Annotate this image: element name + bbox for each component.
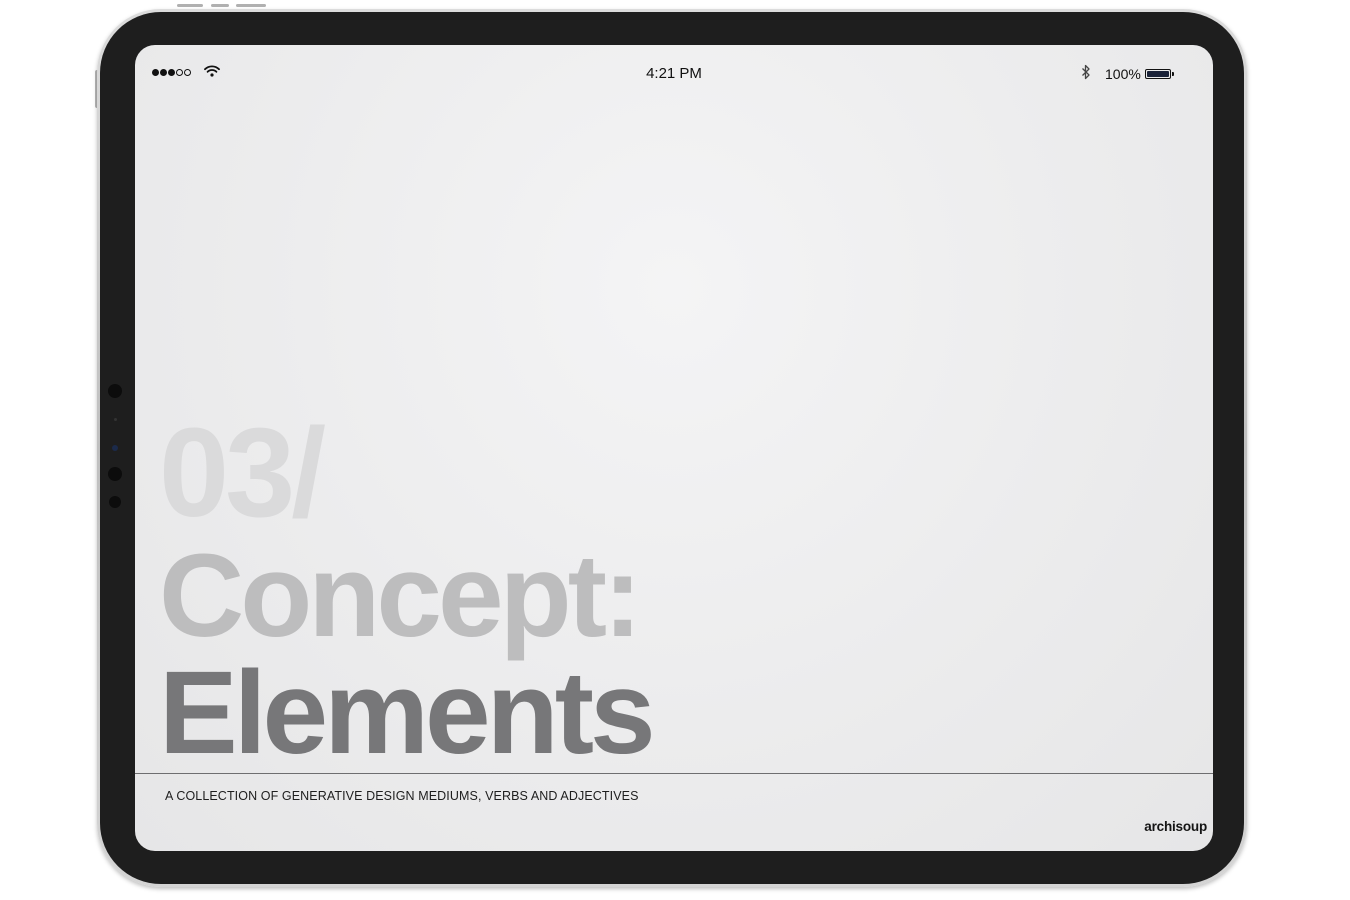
subtitle: A COLLECTION OF GENERATIVE DESIGN MEDIUM… [165, 789, 639, 803]
battery-percent: 100% [1105, 66, 1141, 82]
status-bar: 4:21 PM 100% [135, 63, 1213, 85]
sensor-dot [112, 445, 118, 451]
brand-logo: archisoup [1144, 819, 1207, 834]
top-button [177, 4, 203, 7]
battery-tip [1172, 72, 1174, 76]
top-button [236, 4, 266, 7]
screen: 4:21 PM 100% 03/ Concept: Elements A COL… [135, 45, 1213, 851]
bluetooth-icon [1082, 64, 1090, 80]
title-line-1: Concept: [159, 530, 642, 662]
camera-icon [108, 467, 122, 481]
top-button [211, 4, 229, 7]
battery-icon [1145, 69, 1171, 79]
sensor-dot [114, 418, 117, 421]
stage: 4:21 PM 100% 03/ Concept: Elements A COL… [0, 0, 1350, 900]
title-line-2: Elements [159, 647, 656, 779]
section-number: 03/ [159, 402, 326, 543]
divider [135, 773, 1213, 774]
camera-icon [109, 496, 121, 508]
camera-icon [108, 384, 122, 398]
status-time: 4:21 PM [646, 65, 702, 82]
battery-level [1147, 71, 1169, 77]
